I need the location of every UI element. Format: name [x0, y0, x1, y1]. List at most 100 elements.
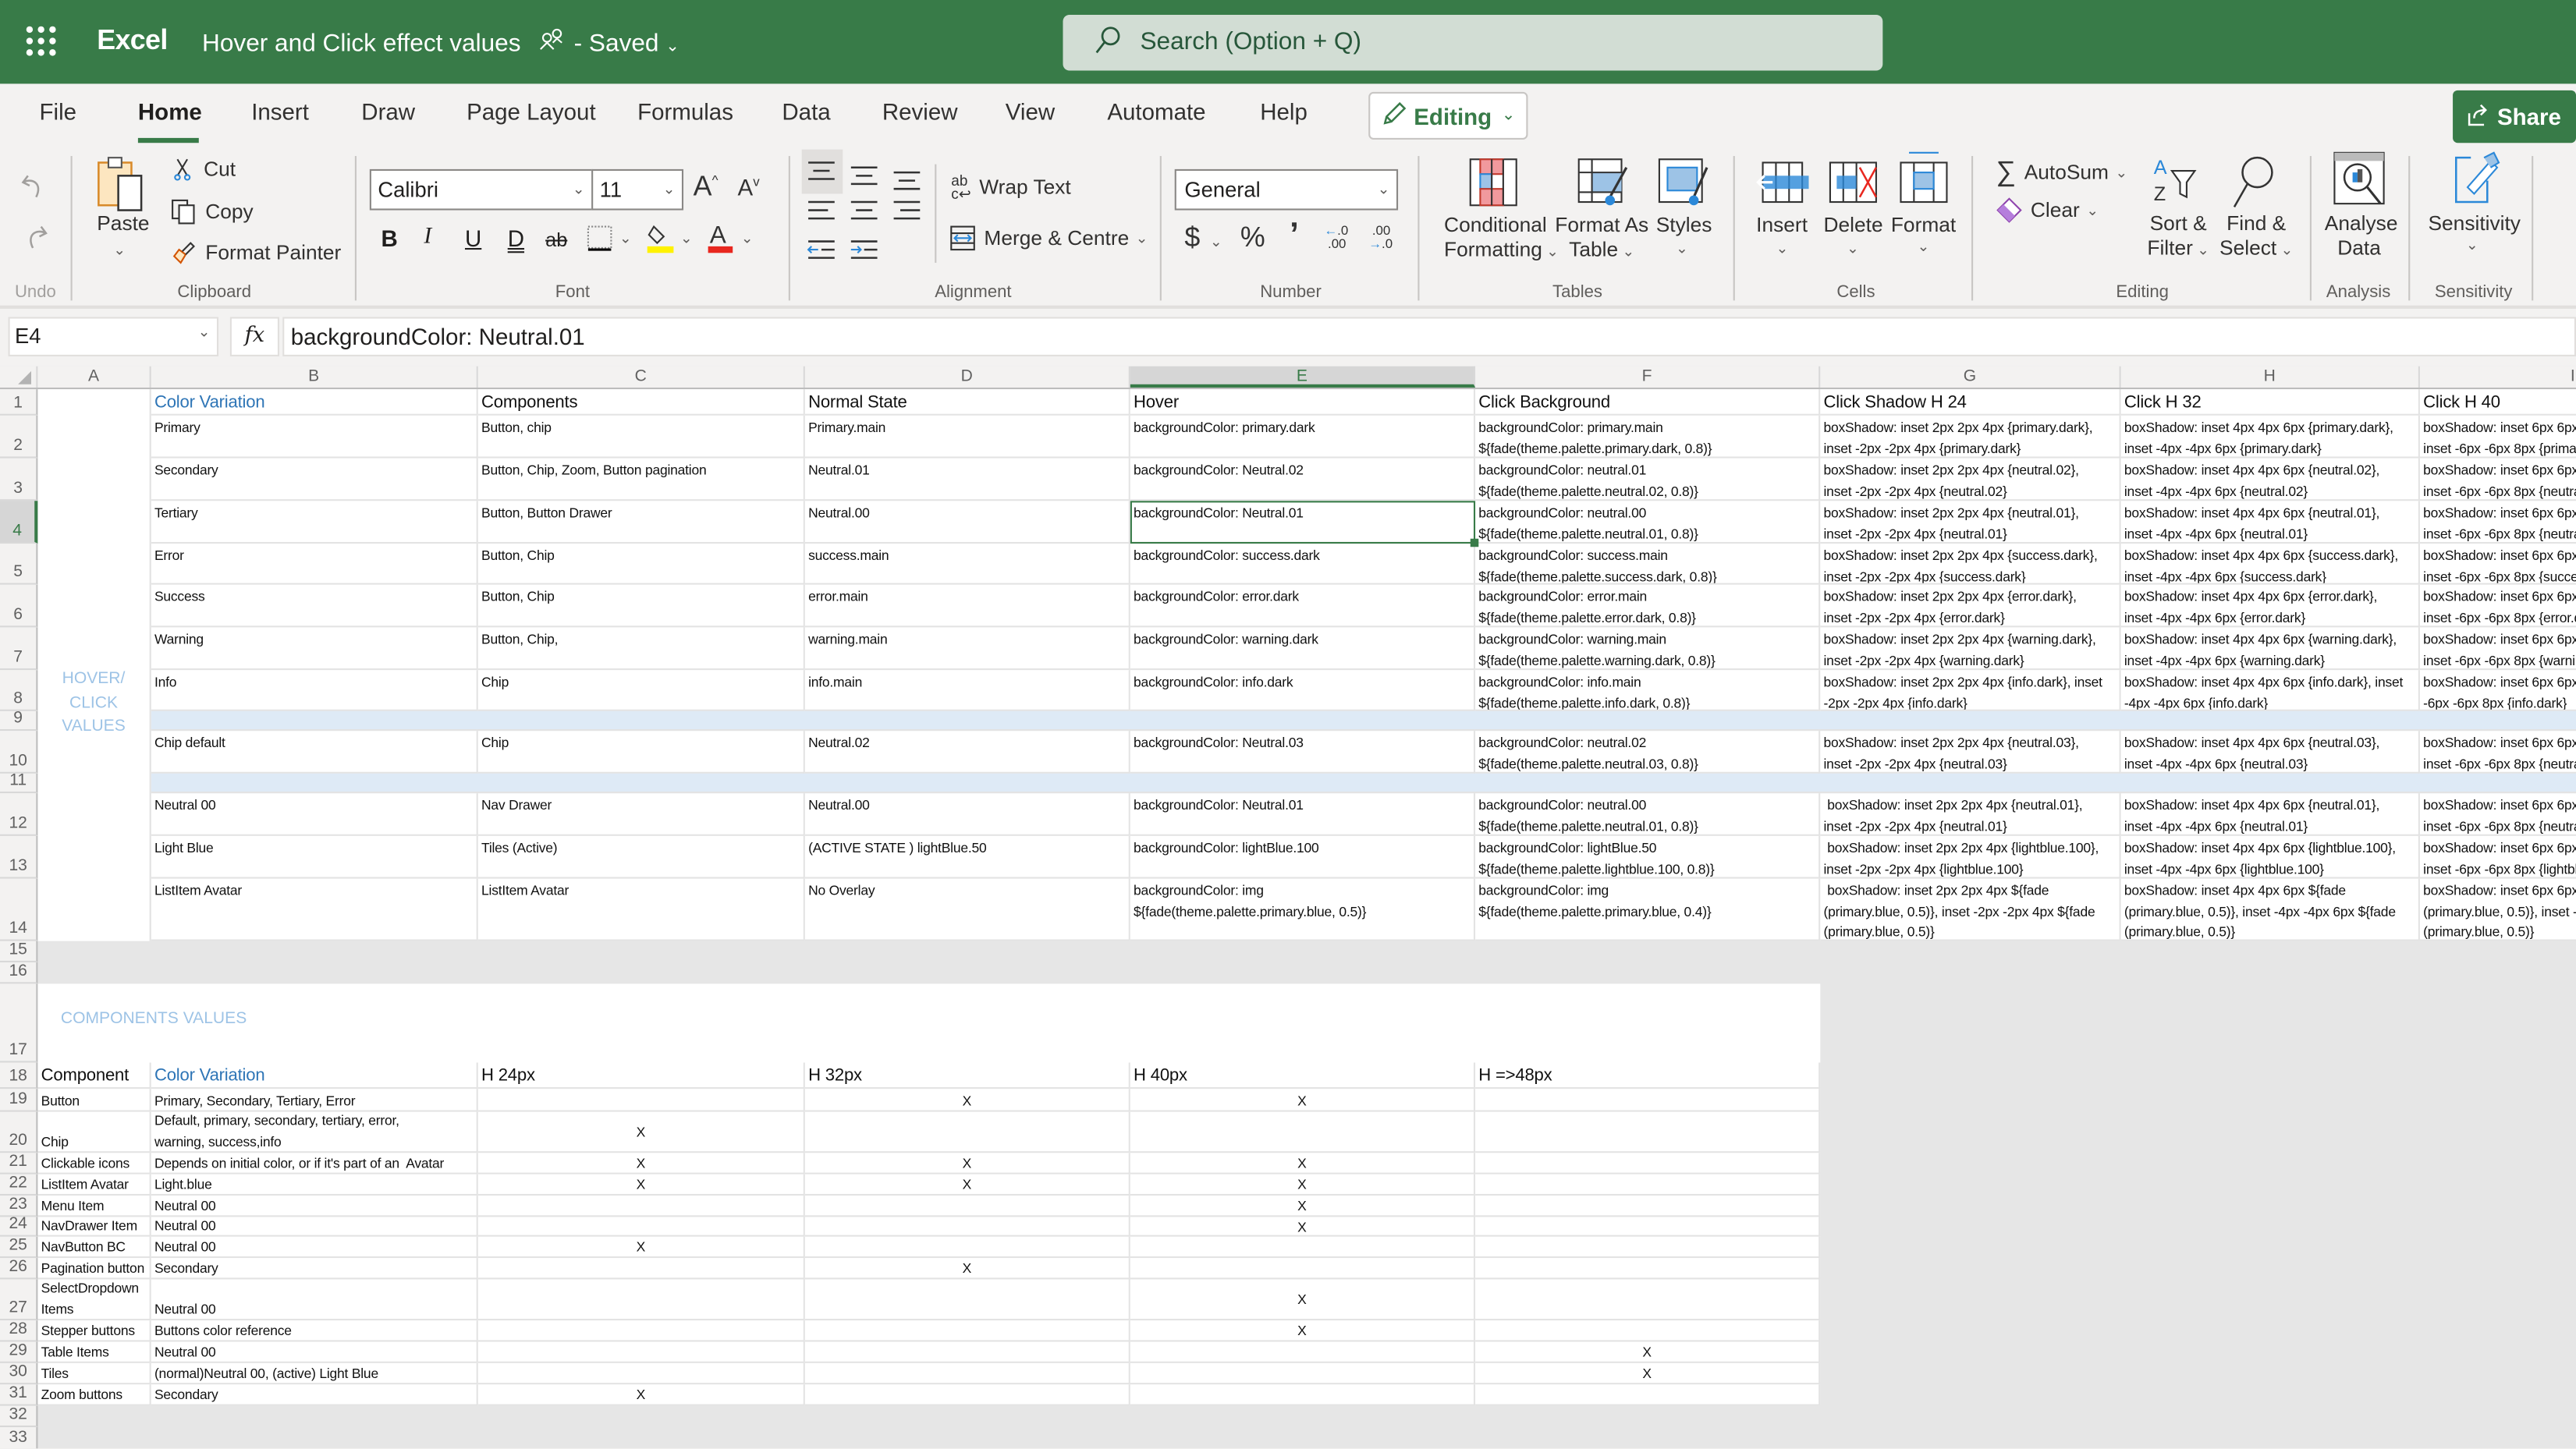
- size-marker-cell[interactable]: X: [804, 1174, 1130, 1196]
- size-marker-cell[interactable]: X: [1475, 1362, 1821, 1385]
- data-cell[interactable]: boxShadow: inset 4px 4px 6px {info.dark}…: [2120, 670, 2420, 711]
- size-marker-cell[interactable]: [804, 1384, 1130, 1406]
- data-cell[interactable]: warning.main: [804, 627, 1130, 671]
- data-cell[interactable]: (ACTIVE STATE ) lightBlue.50: [804, 835, 1130, 879]
- tab-formulas[interactable]: Formulas: [637, 98, 733, 125]
- size-marker-cell[interactable]: X: [1130, 1089, 1476, 1112]
- data-cell[interactable]: Chip: [477, 731, 805, 774]
- column-header-h[interactable]: H: [2120, 366, 2420, 388]
- component-name-cell[interactable]: NavButton BC: [37, 1236, 151, 1259]
- row-header-22[interactable]: 22: [0, 1174, 38, 1196]
- data-cell[interactable]: Nav Drawer: [477, 793, 805, 836]
- data-cell[interactable]: boxShadow: inset 6px 6px 8px ${fade (pri…: [2419, 878, 2576, 941]
- tab-page-layout[interactable]: Page Layout: [467, 98, 596, 125]
- data-cell[interactable]: boxShadow: inset 2px 2px 4px {info.dark}…: [1820, 670, 2121, 711]
- data-cell[interactable]: boxShadow: inset 6px 6px 8px {warning.da…: [2419, 627, 2576, 671]
- decrease-font-size-icon[interactable]: Av: [738, 174, 760, 200]
- row-header-18[interactable]: 18: [0, 1062, 38, 1089]
- document-title-button[interactable]: Hover and Click effect values - Saved ⌄: [202, 28, 679, 58]
- data-cell[interactable]: Light Blue: [151, 835, 478, 879]
- bold-button[interactable]: B: [381, 225, 398, 252]
- size-marker-cell[interactable]: [1475, 1258, 1821, 1280]
- size-marker-cell[interactable]: [477, 1217, 805, 1237]
- data-cell[interactable]: backgroundColor: lightBlue.50 ${fade(the…: [1475, 835, 1821, 879]
- column-header-b[interactable]: B: [151, 366, 478, 388]
- italic-button[interactable]: I: [424, 225, 431, 252]
- font-size-select[interactable]: 11 ⌄: [591, 168, 684, 211]
- separator-band[interactable]: [151, 773, 2576, 794]
- header-cell[interactable]: H 40px: [1130, 1062, 1476, 1089]
- size-marker-cell[interactable]: [1475, 1236, 1821, 1259]
- size-marker-cell[interactable]: [1130, 1362, 1476, 1385]
- data-cell[interactable]: Tiles (Active): [477, 835, 805, 879]
- share-button[interactable]: Share: [2453, 90, 2576, 143]
- data-cell[interactable]: backgroundColor: neutral.01 ${fade(theme…: [1475, 458, 1821, 501]
- tab-review[interactable]: Review: [882, 98, 958, 125]
- size-marker-cell[interactable]: X: [477, 1111, 805, 1153]
- size-marker-cell[interactable]: [804, 1320, 1130, 1342]
- header-cell[interactable]: Click H 32: [2120, 389, 2420, 416]
- data-cell[interactable]: boxShadow: inset 6px 6px 8px {success.da…: [2419, 544, 2576, 585]
- data-cell[interactable]: No Overlay: [804, 878, 1130, 941]
- find-select-button[interactable]: Find & Select ⌄: [2215, 154, 2293, 266]
- header-cell[interactable]: Click Background: [1475, 389, 1821, 416]
- size-marker-cell[interactable]: [1475, 1153, 1821, 1174]
- row-header-23[interactable]: 23: [0, 1196, 38, 1217]
- fill-color-button[interactable]: ⌄: [646, 221, 695, 263]
- data-cell[interactable]: boxShadow: inset 4px 4px 6px {neutral.01…: [2120, 793, 2420, 836]
- underline-button[interactable]: U: [465, 225, 481, 252]
- decrease-decimal-button[interactable]: .00 →.0: [1368, 224, 1393, 252]
- data-cell[interactable]: boxShadow: inset 4px 4px 6px {neutral.02…: [2120, 458, 2420, 501]
- size-marker-cell[interactable]: [1475, 1174, 1821, 1196]
- data-cell[interactable]: boxShadow: inset 4px 4px 6px ${fade (pri…: [2120, 878, 2420, 941]
- data-cell[interactable]: Chip default: [151, 731, 478, 774]
- delete-cells-button[interactable]: Delete ⌄: [1822, 158, 1884, 266]
- column-header-a[interactable]: A: [37, 366, 151, 388]
- row-header-24[interactable]: 24: [0, 1215, 38, 1237]
- size-marker-cell[interactable]: X: [477, 1236, 805, 1259]
- data-cell[interactable]: backgroundColor: info.dark: [1130, 670, 1476, 711]
- size-marker-cell[interactable]: [804, 1196, 1130, 1217]
- component-name-cell[interactable]: Clickable icons: [37, 1153, 151, 1174]
- size-marker-cell[interactable]: X: [804, 1258, 1130, 1280]
- row-header-13[interactable]: 13: [0, 835, 38, 879]
- component-name-cell[interactable]: Pagination button: [37, 1258, 151, 1280]
- color-variation-cell[interactable]: Neutral 00: [151, 1341, 478, 1363]
- size-marker-cell[interactable]: [804, 1236, 1130, 1259]
- data-cell[interactable]: boxShadow: inset 2px 2px 4px {error.dark…: [1820, 584, 2121, 628]
- color-variation-cell[interactable]: Secondary: [151, 1384, 478, 1406]
- data-cell[interactable]: boxShadow: inset 6px 6px 8px {error.dark…: [2419, 584, 2576, 628]
- row-header-31[interactable]: 31: [0, 1384, 38, 1406]
- font-name-select[interactable]: Calibri ⌄: [369, 168, 594, 211]
- sensitivity-button[interactable]: Sensitivity ⌄: [2425, 151, 2523, 266]
- data-cell[interactable]: boxShadow: inset 2px 2px 4px {primary.da…: [1820, 415, 2121, 459]
- row-header-25[interactable]: 25: [0, 1236, 38, 1259]
- tab-insert[interactable]: Insert: [251, 98, 309, 125]
- analyse-data-button[interactable]: Analyse Data: [2322, 151, 2397, 266]
- data-cell[interactable]: backgroundColor: warning.dark: [1130, 627, 1476, 671]
- autosum-button[interactable]: ∑ AutoSum ⌄: [1996, 156, 2128, 189]
- color-variation-cell[interactable]: Neutral 00: [151, 1196, 478, 1217]
- size-marker-cell[interactable]: [1130, 1236, 1476, 1259]
- tab-automate[interactable]: Automate: [1107, 98, 1205, 125]
- clear-button[interactable]: Clear ⌄: [1996, 197, 2099, 224]
- size-marker-cell[interactable]: X: [1130, 1153, 1476, 1174]
- component-name-cell[interactable]: NavDrawer Item: [37, 1217, 151, 1237]
- data-cell[interactable]: backgroundColor: neutral.00 ${fade(theme…: [1475, 793, 1821, 836]
- row-header-19[interactable]: 19: [0, 1089, 38, 1112]
- column-header-e[interactable]: E: [1130, 366, 1476, 388]
- size-marker-cell[interactable]: X: [477, 1384, 805, 1406]
- size-marker-cell[interactable]: X: [1130, 1320, 1476, 1342]
- size-marker-cell[interactable]: X: [477, 1153, 805, 1174]
- size-marker-cell[interactable]: [1130, 1384, 1476, 1406]
- size-marker-cell[interactable]: [804, 1362, 1130, 1385]
- component-name-cell[interactable]: Stepper buttons: [37, 1320, 151, 1342]
- data-cell[interactable]: backgroundColor: img ${fade(theme.palett…: [1475, 878, 1821, 941]
- color-variation-cell[interactable]: Neutral 00: [151, 1217, 478, 1237]
- row-header-12[interactable]: 12: [0, 793, 38, 836]
- number-format-select[interactable]: General ⌄: [1174, 168, 1399, 211]
- data-cell[interactable]: boxShadow: inset 6px 6px 8px {neutral.01…: [2419, 793, 2576, 836]
- row-header-28[interactable]: 28: [0, 1320, 38, 1342]
- data-cell[interactable]: Neutral 00: [151, 793, 478, 836]
- size-marker-cell[interactable]: X: [804, 1089, 1130, 1112]
